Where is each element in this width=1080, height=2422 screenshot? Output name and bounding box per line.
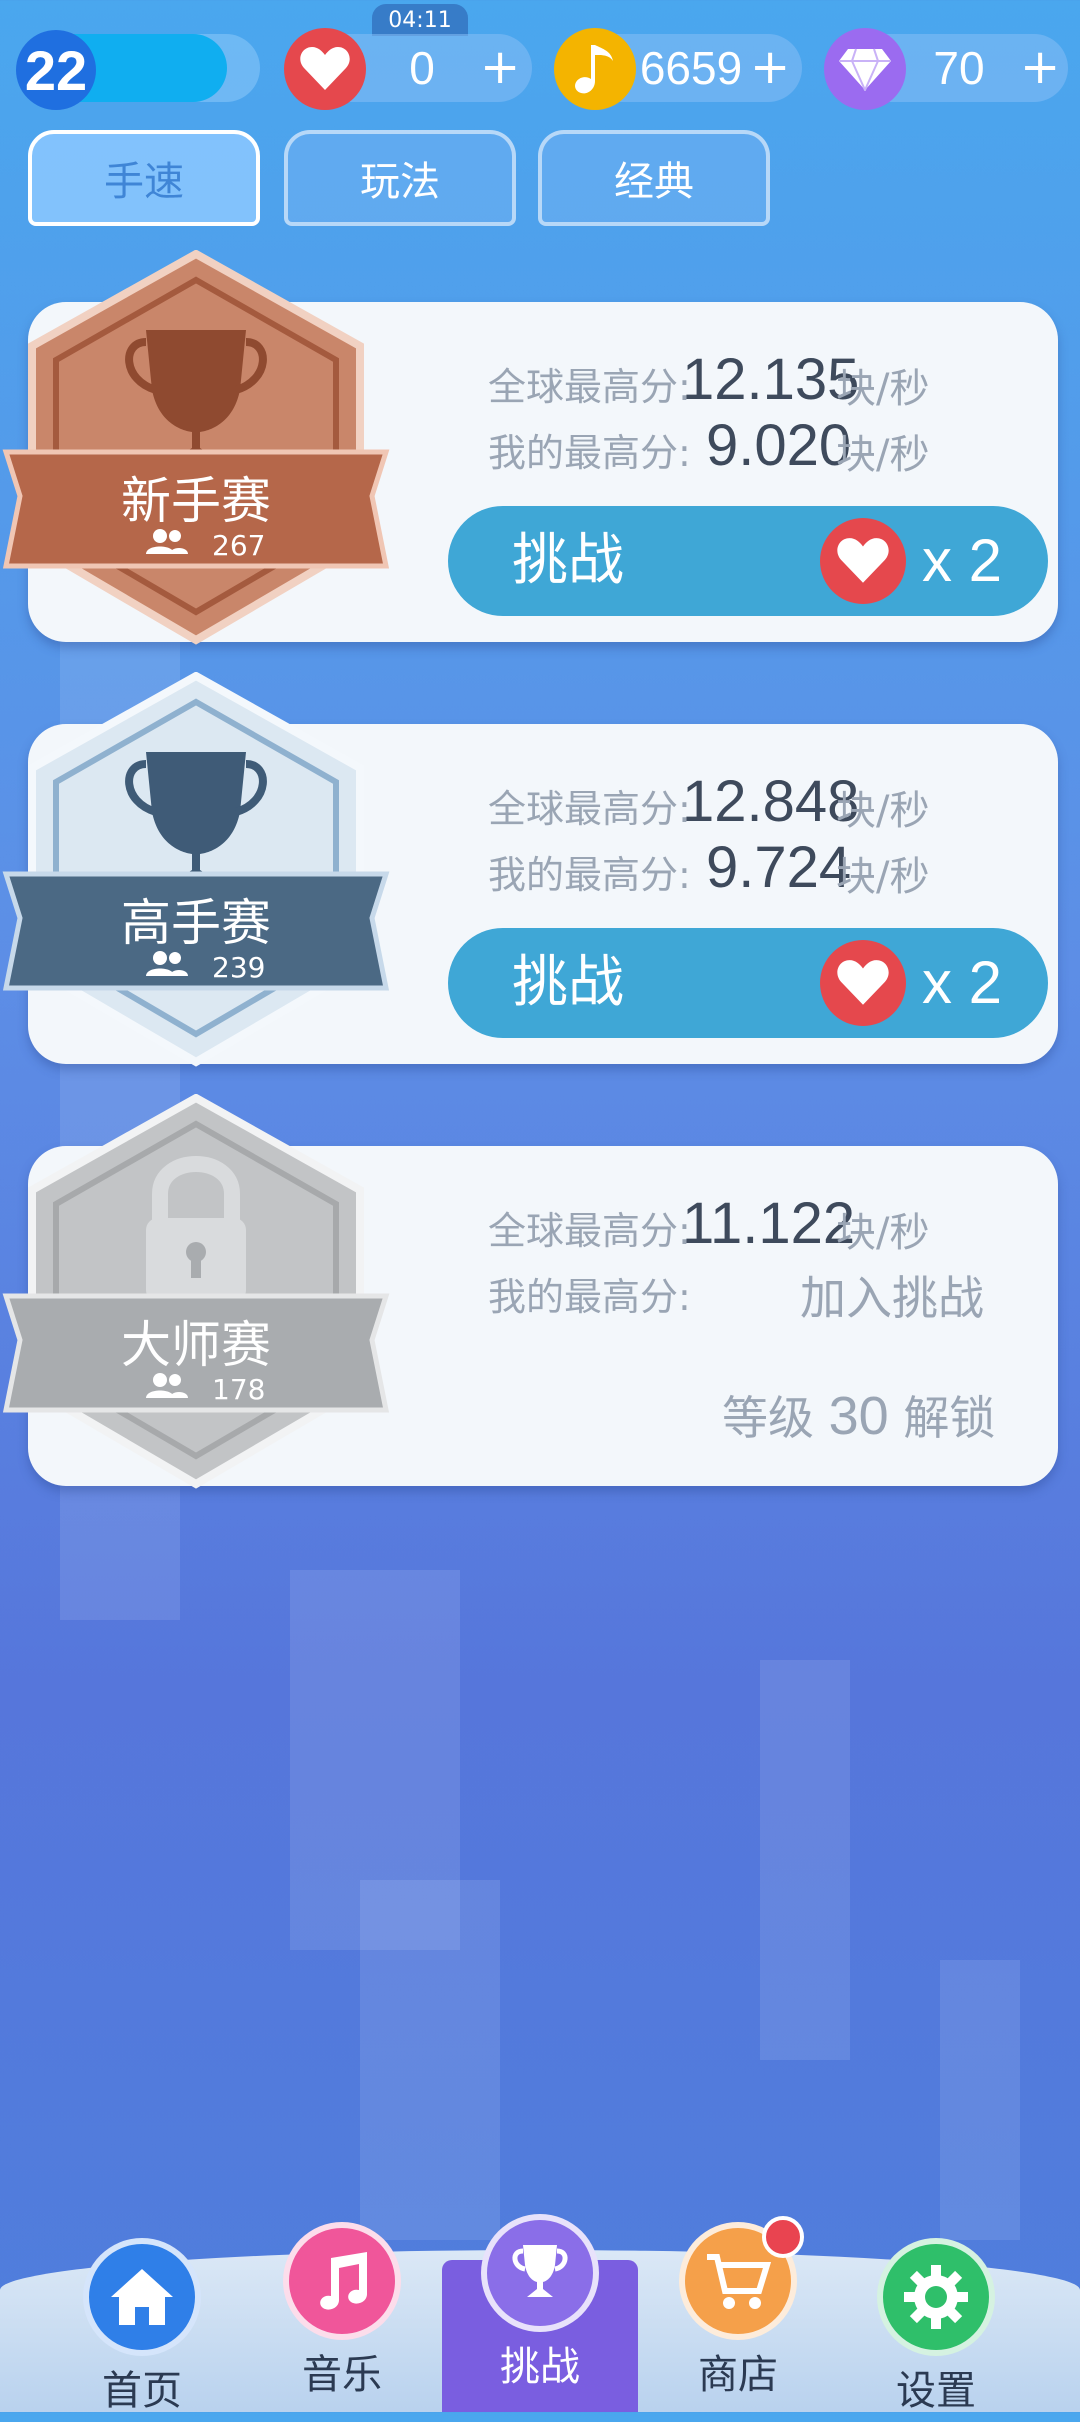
lives-count: 0 [409,42,435,94]
global-best-label: 全球最高分: [488,1209,691,1253]
background-light-beam [360,1880,500,2240]
nav-home[interactable]: 首页 [62,2238,222,2422]
challenge-button-label: 挑战 [512,528,624,593]
unlock-requirement: 等级 30 解锁 [722,1382,995,1448]
global-best-unit: 块/秒 [836,1210,930,1256]
challenge-button-expert[interactable]: 挑战 x 2 [448,928,1048,1038]
nav-shop[interactable]: 商店 [658,2216,818,2406]
nav-music[interactable]: 音乐 [262,2222,422,2406]
home-icon [83,2238,201,2356]
my-best-label: 我的最高分: [488,1275,691,1319]
music-note-icon [554,28,636,110]
add-lives-button[interactable]: + [480,34,520,102]
my-best-label: 我的最高分: [488,853,691,897]
my-best-label: 我的最高分: [488,431,691,475]
players-count: 178 [212,1373,265,1406]
tab-classic[interactable]: 经典 [538,130,770,226]
badge-title: 新手赛 [121,472,271,530]
heart-icon [284,28,366,110]
global-best-value: 11.122 [682,1191,856,1256]
nav-music-label: 音乐 [302,2352,382,2398]
nav-challenge-label: 挑战 [500,2344,580,2390]
nav-settings-label: 设置 [896,2368,976,2414]
background-light-beam [940,1960,1020,2240]
nav-challenge[interactable]: 挑战 [460,2214,620,2398]
my-best-unit: 块/秒 [836,854,930,900]
silver-trophy-badge: 高手赛 239 [2,672,390,1067]
unlock-level: 30 [828,1386,889,1446]
diamond-icon [824,28,906,110]
join-challenge-text: 加入挑战 [800,1271,984,1325]
global-best-label: 全球最高分: [488,365,691,409]
music-icon [283,2222,401,2340]
my-best-value: 9.724 [706,835,852,900]
nav-shop-label: 商店 [698,2352,778,2398]
nav-settings[interactable]: 设置 [856,2238,1016,2422]
notification-dot [762,2216,804,2258]
global-best-value: 12.135 [682,347,860,412]
challenge-button-beginner[interactable]: 挑战 x 2 [448,506,1048,616]
diamonds-count: 70 [933,42,985,94]
my-best-unit: 块/秒 [836,432,930,478]
global-best-unit: 块/秒 [836,788,930,834]
life-refill-timer: 04:11 [372,4,468,36]
heart-icon [820,518,906,604]
players-count: 239 [212,951,265,984]
locked-master-badge: 大师赛 178 [2,1094,390,1489]
global-best-unit: 块/秒 [836,366,930,412]
global-best-label: 全球最高分: [488,787,691,831]
challenge-button-label: 挑战 [512,950,624,1015]
unlock-suffix: 解锁 [903,1391,996,1445]
tab-speed[interactable]: 手速 [28,130,260,226]
badge-title: 大师赛 [121,1316,271,1374]
unlock-prefix: 等级 [722,1391,814,1445]
heart-icon [820,940,906,1026]
bronze-trophy-badge: 新手赛 267 [2,250,390,645]
my-best-value: 9.020 [706,413,852,478]
global-best-value: 12.848 [682,769,860,834]
trophy-icon [481,2214,599,2332]
notes-count: 6659 [639,42,743,94]
background-light-beam [760,1660,850,2060]
heart-cost: x 2 [922,949,1003,1016]
badge-title: 高手赛 [121,894,271,952]
players-count: 267 [212,529,265,562]
add-notes-button[interactable]: + [750,34,790,102]
player-level[interactable]: 22 [16,30,96,110]
add-diamonds-button[interactable]: + [1020,34,1060,102]
gear-icon [877,2238,995,2356]
tab-gameplay[interactable]: 玩法 [284,130,516,226]
heart-cost: x 2 [922,527,1003,594]
nav-home-label: 首页 [102,2368,182,2414]
